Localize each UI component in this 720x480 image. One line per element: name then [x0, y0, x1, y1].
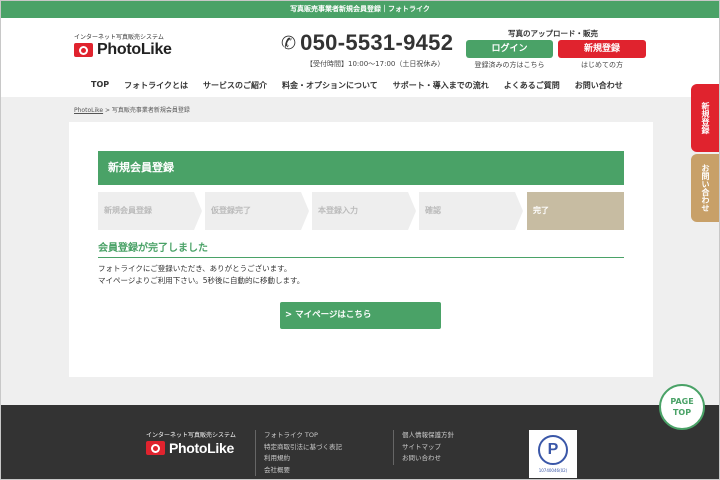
site-logo[interactable]: PhotoLike — [74, 41, 172, 59]
main-card: 新規会員登録 新規会員登録 仮登録完了 本登録入力 確認 完了 会員登録が完了し… — [69, 122, 653, 377]
privacy-mark-badge: P 10740046(02) — [529, 430, 577, 478]
nav-item-about[interactable]: フォトライクとは — [124, 80, 188, 91]
nav-item-faq[interactable]: よくあるご質問 — [504, 80, 560, 91]
breadcrumb: PhotoLike > 写真販売事業者新規会員登録 — [74, 105, 190, 114]
register-caption: はじめての方 — [581, 61, 623, 69]
business-hours: 【受付時間】10:00〜17:00（土日祝休み） — [306, 60, 445, 68]
page-frame: 写真販売事業者新規会員登録｜フォトライク インターネット写真販売システム Pho… — [0, 0, 720, 480]
step-full-registration: 本登録入力 — [312, 192, 416, 230]
logo-subtitle: インターネット写真販売システム — [74, 34, 164, 41]
completion-heading: 会員登録が完了しました — [98, 239, 624, 258]
footer-link-terms[interactable]: 利用規約 — [264, 453, 342, 465]
completion-message: フォトライクにご登録いただき、ありがとうございます。 マイページよりご利用下さい… — [98, 263, 304, 287]
step-provisional-complete: 仮登録完了 — [205, 192, 309, 230]
step-new-registration: 新規会員登録 — [98, 192, 202, 230]
page-top-button[interactable]: PAGE TOP — [659, 384, 705, 430]
phone-number: 050-5531-9452 — [300, 30, 454, 55]
breadcrumb-separator: > — [103, 107, 112, 114]
nav-item-services[interactable]: サービスのご紹介 — [203, 80, 267, 91]
nav-item-pricing[interactable]: 料金・オプションについて — [282, 80, 378, 91]
top-title: 写真販売事業者新規会員登録｜フォトライク — [290, 5, 430, 13]
message-line-1: フォトライクにご登録いただき、ありがとうございます。 — [98, 264, 292, 273]
footer-link-sitemap[interactable]: サイトマップ — [402, 442, 454, 454]
register-button[interactable]: 新規登録 — [558, 40, 646, 58]
footer-logo-subtitle: インターネット写真販売システム — [146, 432, 236, 439]
message-line-2: マイページよりご利用下さい。5秒後に自動的に移動します。 — [98, 276, 305, 285]
footer-link-tokusho[interactable]: 特定商取引法に基づく表記 — [264, 442, 342, 454]
page-top-line1: PAGE — [670, 397, 694, 406]
logo-text: PhotoLike — [97, 41, 172, 58]
footer-links-col1: フォトライク TOP 特定商取引法に基づく表記 利用規約 会社概要 — [255, 430, 342, 476]
progress-steps: 新規会員登録 仮登録完了 本登録入力 確認 完了 — [98, 192, 624, 230]
phone-icon: ✆ — [281, 32, 297, 54]
phone-number-block: ✆ 050-5531-9452 — [281, 30, 453, 56]
site-header: インターネット写真販売システム PhotoLike ✆ 050-5531-945… — [1, 18, 719, 97]
main-nav: TOP フォトライクとは サービスのご紹介 料金・オプションについて サポート・… — [91, 80, 638, 91]
footer-camera-icon — [146, 441, 165, 455]
upload-title: 写真のアップロード・販売 — [508, 29, 598, 38]
login-caption: 登録済みの方はこちら — [474, 61, 545, 69]
footer-link-contact[interactable]: お問い合わせ — [402, 453, 454, 465]
step-confirm: 確認 — [419, 192, 523, 230]
privacy-mark-number: 10740046(02) — [538, 468, 568, 473]
footer-links-col2: 個人情報保護方針 サイトマップ お問い合わせ — [393, 430, 454, 465]
privacy-mark-icon: P — [538, 435, 568, 465]
nav-item-contact[interactable]: お問い合わせ — [575, 80, 623, 91]
footer-logo[interactable]: PhotoLike — [146, 440, 234, 456]
top-title-bar: 写真販売事業者新規会員登録｜フォトライク — [1, 1, 719, 18]
breadcrumb-home-link[interactable]: PhotoLike — [74, 107, 103, 114]
page-top-line2: TOP — [672, 408, 692, 417]
footer-link-privacy[interactable]: 個人情報保護方針 — [402, 430, 454, 442]
footer-link-top[interactable]: フォトライク TOP — [264, 430, 342, 442]
page-title: 新規会員登録 — [98, 151, 624, 185]
login-button[interactable]: ログイン — [466, 40, 553, 58]
side-contact-tab[interactable]: お問い合わせ — [691, 154, 719, 222]
footer-link-company[interactable]: 会社概要 — [264, 465, 342, 477]
footer-logo-text: PhotoLike — [169, 440, 234, 456]
breadcrumb-current: 写真販売事業者新規会員登録 — [111, 107, 190, 114]
nav-item-support[interactable]: サポート・導入までの流れ — [393, 80, 489, 91]
nav-item-top[interactable]: TOP — [91, 80, 109, 91]
camera-icon — [74, 43, 93, 57]
step-complete: 完了 — [527, 192, 624, 230]
mypage-button[interactable]: > マイページはこちら — [280, 302, 441, 329]
site-footer: インターネット写真販売システム PhotoLike フォトライク TOP 特定商… — [1, 405, 719, 479]
side-register-tab[interactable]: 新規登録 — [691, 84, 719, 152]
